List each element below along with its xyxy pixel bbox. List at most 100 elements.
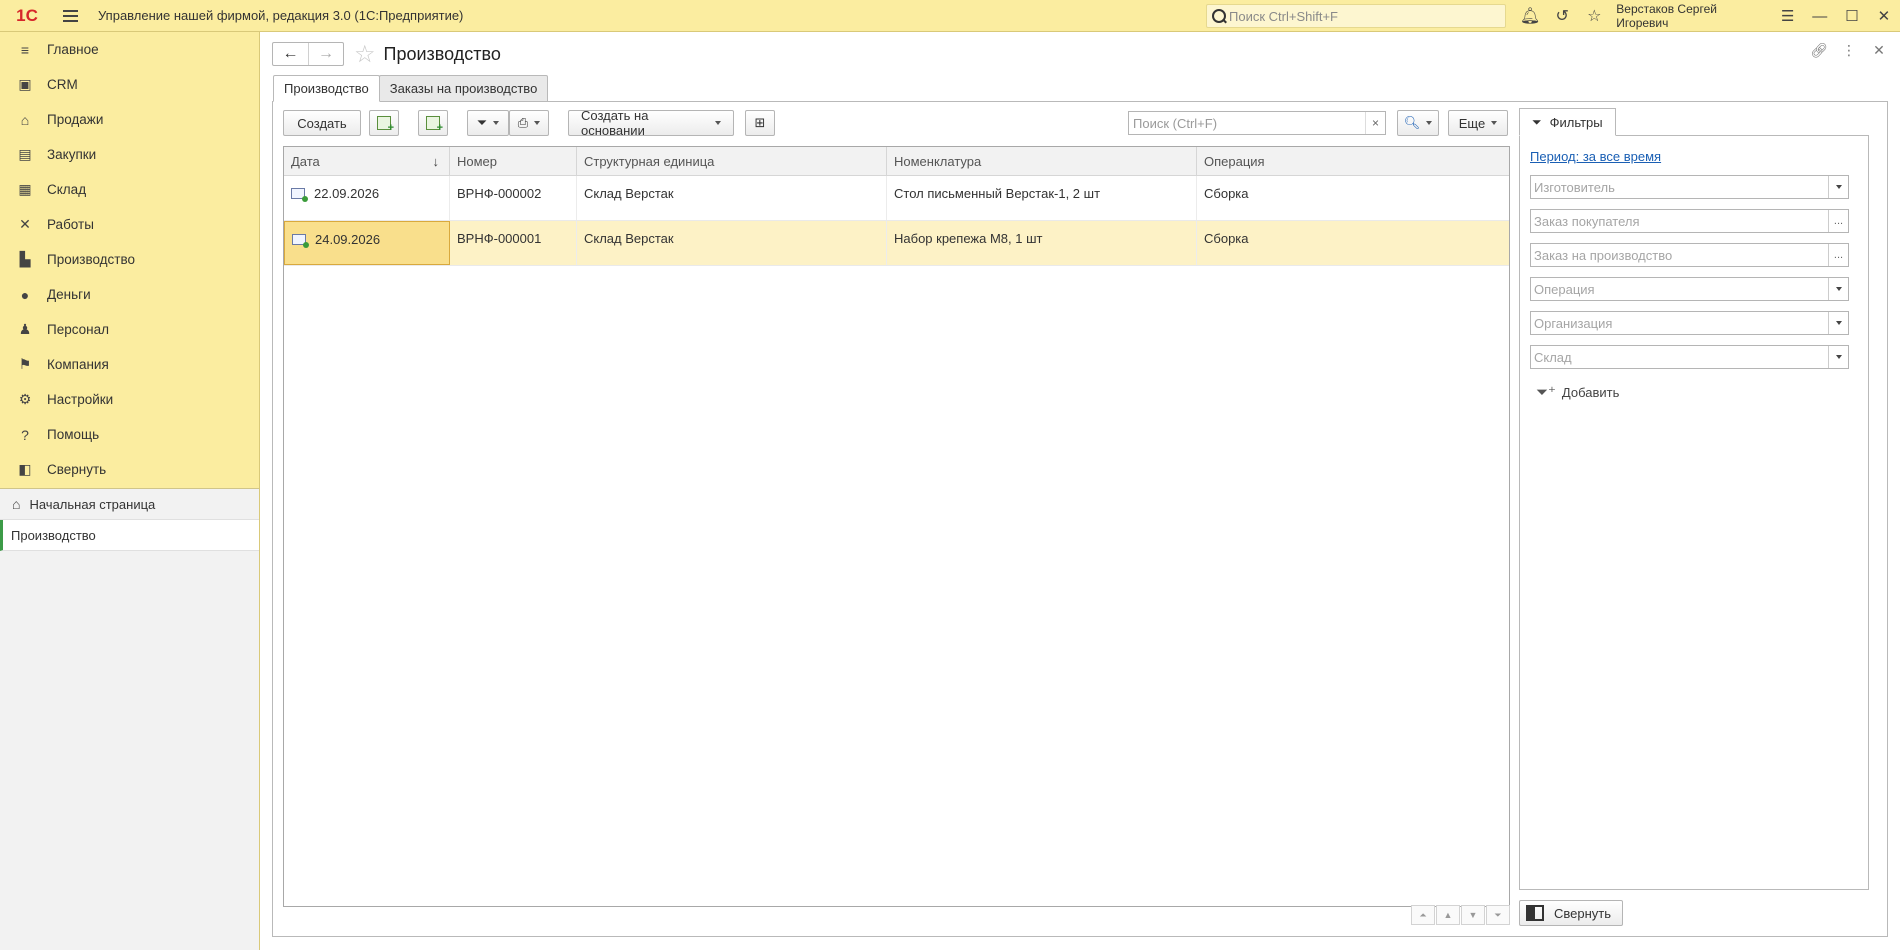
1c-logo[interactable]: 1С (8, 0, 46, 32)
scroll-down-icon[interactable]: ▼ (1461, 905, 1485, 925)
close-form-icon[interactable]: ✕ (1870, 42, 1888, 59)
table-row-selected[interactable]: 24.09.2026 ВРНФ-000001 Склад Верстак Наб… (284, 221, 1509, 266)
organization-field[interactable]: Организация (1530, 311, 1849, 335)
dropdown-icon[interactable] (1828, 312, 1848, 334)
create-based-on-button[interactable]: Создать на основании (568, 108, 734, 138)
toolbar: Создать ⏷ ⎙ Создать на основании ⊞ (283, 108, 775, 138)
customer-order-field[interactable]: Заказ покупателя... (1530, 209, 1849, 233)
table-row[interactable]: 22.09.2026 ВРНФ-000002 Склад Верстак Сто… (284, 176, 1509, 221)
sidebar-item-staff[interactable]: ♟ Персонал (0, 312, 259, 347)
tab-production-orders[interactable]: Заказы на производство (378, 75, 549, 102)
user-name[interactable]: Верстаков Сергей Игоревич (1616, 2, 1763, 30)
column-number[interactable]: Номер (450, 147, 577, 175)
add-filter-button[interactable]: ⏷⁺ Добавить (1536, 383, 1619, 401)
column-unit[interactable]: Структурная единица (577, 147, 887, 175)
sidebar-item-money[interactable]: ● Деньги (0, 277, 259, 312)
flag-icon: ⚑ (18, 356, 32, 372)
collapse-icon: ◧ (18, 461, 32, 477)
sidebar-item-sales[interactable]: ⌂ Продажи (0, 102, 259, 137)
scroll-first-icon[interactable]: ⏶ (1411, 905, 1435, 925)
structure-button[interactable]: ⊞ (745, 110, 775, 136)
dropdown-icon[interactable] (1828, 278, 1848, 300)
printer-icon: ⎙ (517, 115, 529, 130)
history-nav: ← → (272, 42, 344, 66)
history-icon[interactable]: ↺ (1546, 0, 1578, 32)
open-window-label: Начальная страница (29, 496, 156, 512)
sidebar-item-label: Главное (47, 42, 99, 57)
column-item[interactable]: Номенклатура (887, 147, 1197, 175)
forward-button[interactable]: → (308, 43, 343, 65)
collapse-filters-button[interactable]: Свернуть (1519, 900, 1623, 926)
sidebar-item-label: Работы (47, 217, 94, 232)
list-scroll-nav: ⏶ ▲ ▼ ⏷ (1411, 905, 1510, 925)
back-button[interactable]: ← (273, 43, 308, 65)
scroll-last-icon[interactable]: ⏷ (1486, 905, 1510, 925)
copy-button[interactable] (369, 110, 399, 136)
help-icon: ? (21, 426, 29, 443)
filter-button[interactable]: ⏷ (467, 110, 509, 136)
warehouse-field[interactable]: Склад (1530, 345, 1849, 369)
field-placeholder: Организация (1534, 315, 1613, 331)
funnel-icon: ⏷ (476, 115, 488, 130)
period-link[interactable]: Период: за все время (1530, 149, 1661, 164)
column-label: Номенклатура (894, 153, 982, 169)
sidebar-item-main[interactable]: ≡ Главное (0, 32, 259, 67)
choose-button[interactable]: ... (1828, 210, 1848, 232)
column-date[interactable]: Дата ↓ (284, 147, 450, 175)
more-button[interactable]: Еще (1448, 110, 1508, 136)
cell-date-text: 22.09.2026 (314, 186, 380, 201)
sidebar-item-warehouse[interactable]: ▦ Склад (0, 172, 259, 207)
close-window-icon[interactable]: ✕ (1868, 0, 1900, 32)
create-button[interactable]: Создать (283, 110, 361, 136)
sidebar-item-label: Продажи (47, 112, 104, 127)
link-icon[interactable]: 🔗︎ (1810, 42, 1828, 59)
search-options-button[interactable]: 🔍︎ (1397, 110, 1439, 136)
more-actions-icon[interactable]: ⋮ (1840, 42, 1858, 59)
list-search-input[interactable]: Поиск (Ctrl+F) × (1128, 111, 1386, 135)
sidebar-item-purchases[interactable]: ▤ Закупки (0, 137, 259, 172)
sidebar-item-help[interactable]: ? Помощь (0, 417, 259, 452)
column-label: Структурная единица (584, 153, 715, 169)
bell-icon[interactable]: 🔔︎ (1514, 0, 1546, 32)
column-operation[interactable]: Операция (1197, 147, 1509, 175)
dropdown-icon[interactable] (1828, 346, 1848, 368)
app-title: Управление нашей фирмой, редакция 3.0 (1… (98, 8, 464, 23)
dropdown-icon[interactable] (1828, 176, 1848, 198)
clear-search-icon[interactable]: × (1365, 112, 1385, 134)
scroll-up-icon[interactable]: ▲ (1436, 905, 1460, 925)
column-label: Номер (457, 153, 498, 169)
sidebar-item-crm[interactable]: ▣ CRM (0, 67, 259, 102)
sidebar-item-company[interactable]: ⚑ Компания (0, 347, 259, 382)
minimize-icon[interactable]: — (1804, 0, 1836, 32)
sidebar-item-settings[interactable]: ⚙ Настройки (0, 382, 259, 417)
sidebar-item-production[interactable]: ▙ Производство (0, 242, 259, 277)
favorite-star-icon[interactable]: ☆ (354, 40, 376, 69)
print-button[interactable]: ⎙ (509, 110, 549, 136)
sidebar-item-label: Деньги (47, 287, 91, 302)
collapse-label: Свернуть (1554, 905, 1612, 921)
sidebar-item-label: Персонал (47, 322, 109, 337)
operation-field[interactable]: Операция (1530, 277, 1849, 301)
sort-desc-icon: ↓ (432, 153, 440, 169)
production-order-field[interactable]: Заказ на производство... (1530, 243, 1849, 267)
documents-table: Дата ↓ Номер Структурная единица Номенкла… (283, 146, 1510, 907)
sidebar-item-collapse[interactable]: ◧ Свернуть (0, 452, 259, 487)
sidebar-item-works[interactable]: ✕ Работы (0, 207, 259, 242)
add-to-list-button[interactable] (418, 110, 448, 136)
tab-production[interactable]: Производство (273, 75, 380, 102)
star-icon[interactable]: ☆ (1578, 0, 1610, 32)
sidebar: ≡ Главное ▣ CRM ⌂ Продажи ▤ Закупки ▦ Склад ✕… (0, 32, 260, 950)
panel-collapse-icon (1526, 905, 1544, 921)
main-menu-icon[interactable] (56, 0, 84, 32)
cell-date: 22.09.2026 (284, 176, 450, 220)
maximize-icon[interactable]: ☐ (1836, 0, 1868, 32)
choose-button[interactable]: ... (1828, 244, 1848, 266)
manufacturer-field[interactable]: Изготовитель (1530, 175, 1849, 199)
sidebar-item-label: Настройки (47, 392, 114, 407)
filters-tab[interactable]: ⏷ Фильтры (1519, 108, 1616, 136)
settings-menu-icon[interactable]: ☰ (1772, 0, 1804, 32)
funnel-icon: ⏷ (1532, 114, 1542, 129)
open-window-home[interactable]: ⌂ Начальная страница (0, 489, 259, 520)
global-search-input[interactable]: Поиск Ctrl+Shift+F (1206, 4, 1506, 28)
open-window-production[interactable]: Производство (0, 520, 259, 551)
